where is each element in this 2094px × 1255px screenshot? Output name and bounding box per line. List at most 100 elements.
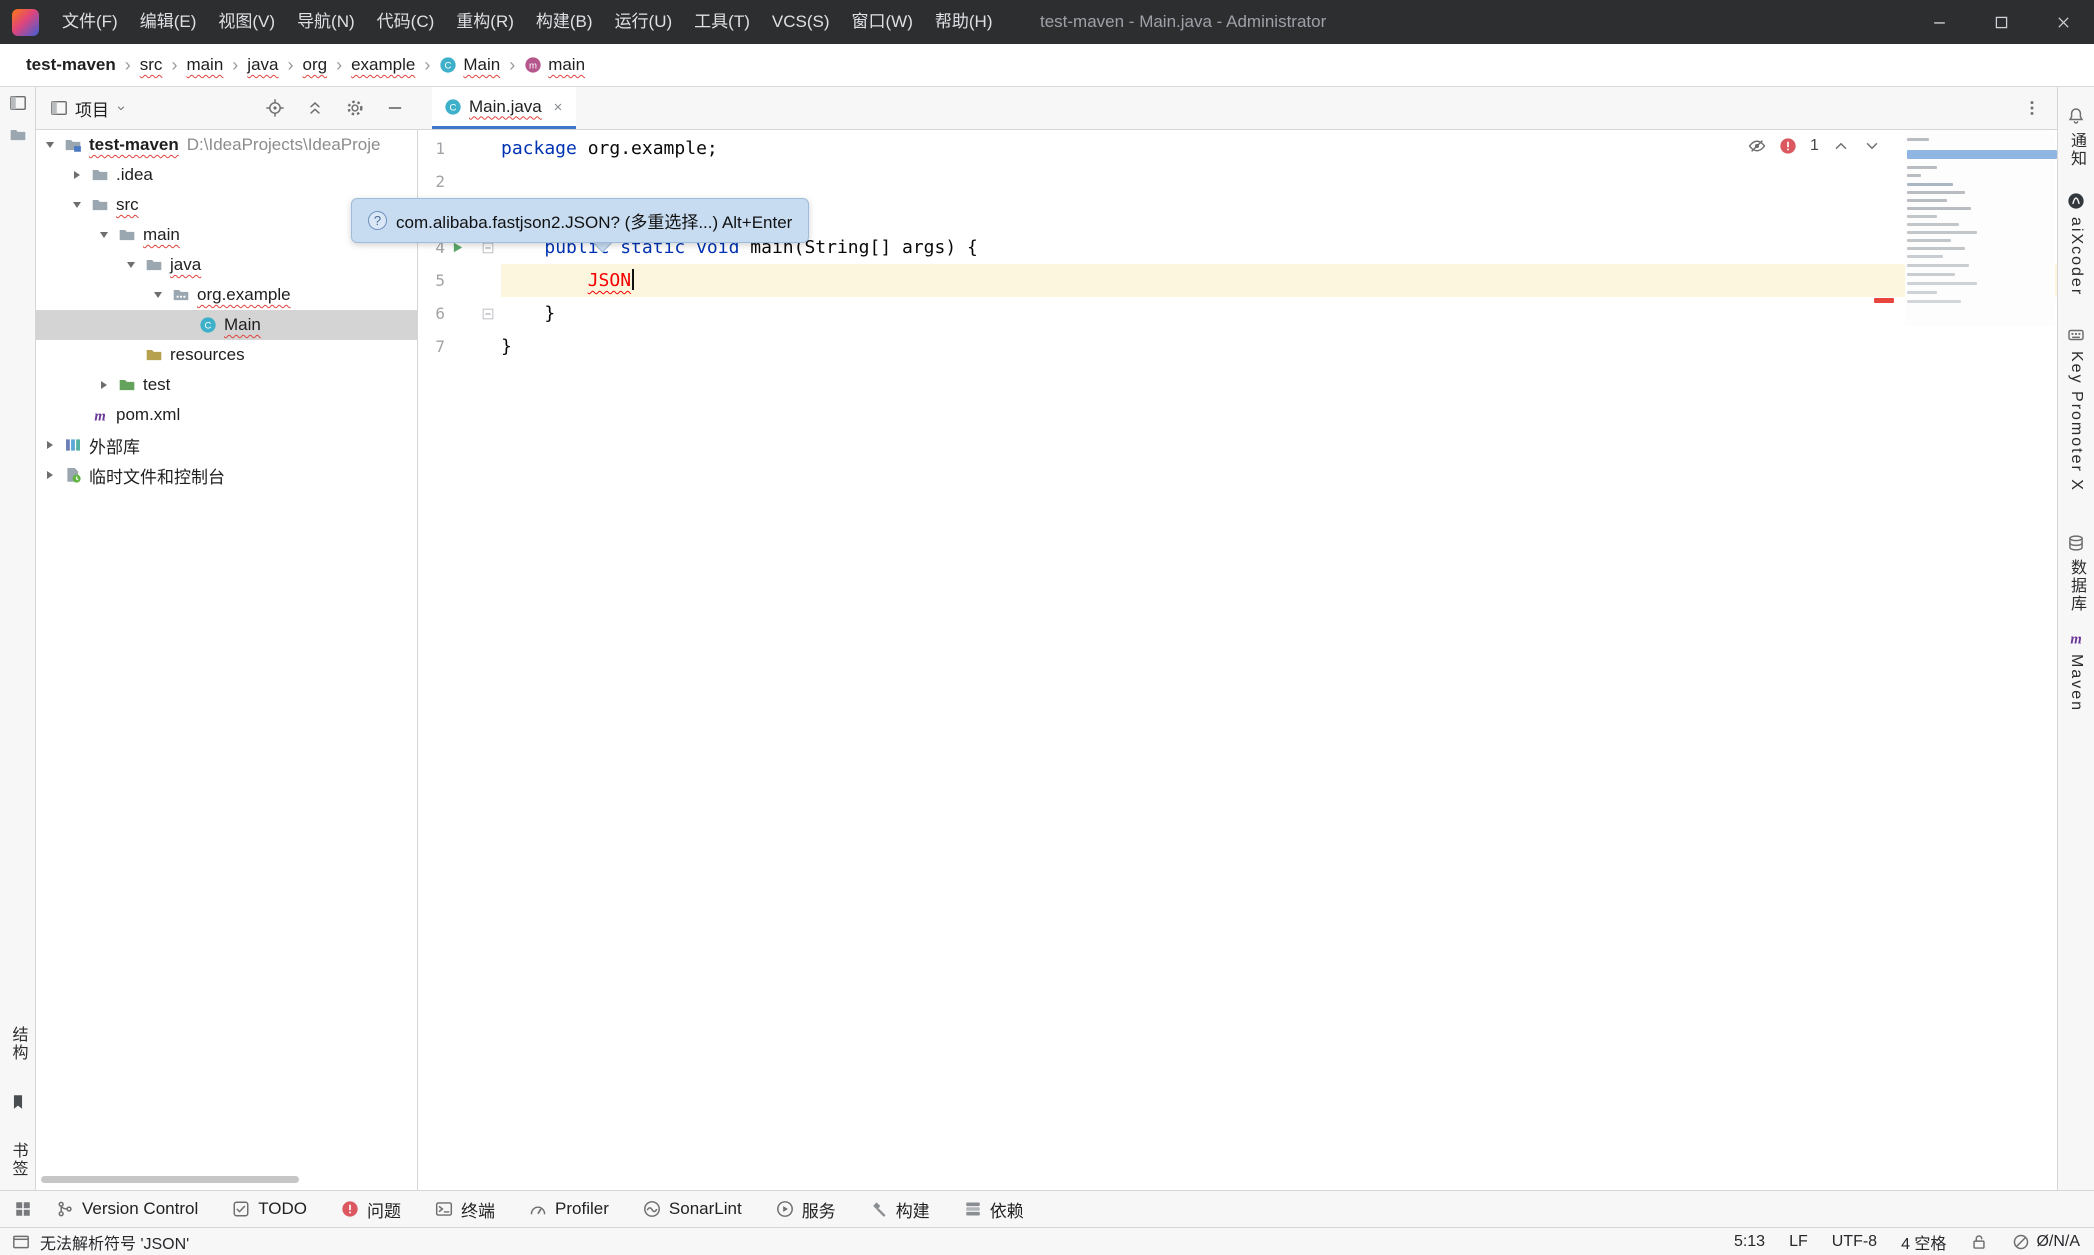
locate-file-button[interactable] bbox=[262, 95, 288, 121]
dependencies-tab[interactable]: 依赖 bbox=[964, 1197, 1024, 1222]
project-panel-icon bbox=[50, 99, 68, 117]
highlight-level-icon[interactable] bbox=[1748, 137, 1766, 155]
code-area[interactable]: 1package org.example;23public class Main… bbox=[418, 132, 2057, 363]
collapse-arrow-icon[interactable] bbox=[94, 220, 114, 250]
tab-options-kebab-icon[interactable] bbox=[2019, 95, 2045, 121]
expand-arrow-icon[interactable] bbox=[67, 160, 87, 190]
caret-position-widget[interactable]: 5:13 bbox=[1734, 1233, 1765, 1251]
line-ending-widget[interactable]: LF bbox=[1789, 1233, 1808, 1251]
collapse-all-button[interactable] bbox=[302, 95, 328, 121]
expand-arrow-icon[interactable] bbox=[94, 370, 114, 400]
encoding-widget[interactable]: UTF-8 bbox=[1832, 1233, 1877, 1251]
code-minimap[interactable] bbox=[1905, 130, 2055, 326]
tree-row[interactable]: mpom.xml bbox=[36, 400, 417, 430]
right-stripe-button[interactable]: 数据库 bbox=[2064, 534, 2088, 613]
tree-row[interactable]: org.example bbox=[36, 280, 417, 310]
expand-arrow-icon[interactable] bbox=[40, 460, 60, 490]
menu-item[interactable]: 重构(R) bbox=[445, 0, 525, 44]
write-access-icon[interactable] bbox=[1970, 1233, 1988, 1251]
menu-item[interactable]: 编辑(E) bbox=[129, 0, 208, 44]
menu-item[interactable]: 构建(B) bbox=[525, 0, 604, 44]
sonarlint-tab[interactable]: SonarLint bbox=[643, 1199, 742, 1219]
menu-item[interactable]: 代码(C) bbox=[366, 0, 446, 44]
profiler-tab[interactable]: Profiler bbox=[529, 1199, 609, 1219]
panel-settings-button[interactable] bbox=[342, 95, 368, 121]
breadcrumb-item[interactable]: mmain bbox=[524, 55, 585, 75]
code-line[interactable]: 6 } bbox=[418, 297, 2057, 330]
tree-row[interactable]: CMain bbox=[36, 310, 417, 340]
tree-row[interactable]: 外部库 bbox=[36, 430, 417, 460]
menu-item[interactable]: 帮助(H) bbox=[924, 0, 1004, 44]
errbadge-icon bbox=[341, 1200, 359, 1218]
menu-item[interactable]: 导航(N) bbox=[286, 0, 366, 44]
tool-window-switcher-icon[interactable] bbox=[10, 1196, 36, 1222]
menu-item[interactable]: 运行(U) bbox=[604, 0, 684, 44]
right-stripe-button[interactable]: 通知 bbox=[2064, 107, 2088, 168]
menu-item[interactable]: 文件(F) bbox=[51, 0, 129, 44]
menu-item[interactable]: VCS(S) bbox=[761, 0, 841, 44]
code-line[interactable]: 2 bbox=[418, 165, 2057, 198]
tree-row[interactable]: resources bbox=[36, 340, 417, 370]
expand-arrow-icon[interactable] bbox=[40, 430, 60, 460]
indent-widget[interactable]: 4 空格 bbox=[1901, 1230, 1946, 1254]
code-line[interactable]: 7} bbox=[418, 330, 2057, 363]
tab-main-java[interactable]: C Main.java bbox=[432, 87, 576, 129]
folder-stripe-button[interactable] bbox=[0, 119, 35, 151]
breadcrumb-item[interactable]: example bbox=[351, 55, 415, 75]
breadcrumb-label: main bbox=[186, 55, 223, 75]
tool-window-bar: Version Control TODO 问题 终端 Profiler SonarLint… bbox=[0, 1190, 2094, 1227]
menu-item[interactable]: 工具(T) bbox=[683, 0, 761, 44]
right-stripe-button[interactable]: mMaven bbox=[2067, 629, 2085, 712]
prev-error-icon[interactable] bbox=[1832, 137, 1850, 155]
minimize-button[interactable] bbox=[1908, 0, 1970, 44]
breadcrumb-item[interactable]: src bbox=[140, 55, 163, 75]
project-stripe-button[interactable] bbox=[0, 87, 35, 119]
build-tab[interactable]: 构建 bbox=[870, 1197, 930, 1222]
close-button[interactable] bbox=[2032, 0, 2094, 44]
tree-row[interactable]: .idea bbox=[36, 160, 417, 190]
collapse-arrow-icon[interactable] bbox=[40, 130, 60, 160]
bookmarks-stripe-button[interactable]: 书签 bbox=[6, 1142, 30, 1178]
tree-row[interactable]: 临时文件和控制台 bbox=[36, 460, 417, 490]
todo-tab[interactable]: TODO bbox=[232, 1199, 307, 1219]
breadcrumb-item[interactable]: test-maven bbox=[26, 55, 116, 75]
panel-title[interactable]: 项目 bbox=[75, 96, 109, 121]
code-line[interactable]: 5 JSON bbox=[418, 264, 2057, 297]
collapse-arrow-icon[interactable] bbox=[121, 250, 141, 280]
tab-row: 项目 C Main.java bbox=[36, 87, 2057, 130]
error-stripe-mark[interactable] bbox=[1874, 298, 1894, 303]
structure-stripe-button[interactable]: 结构 bbox=[6, 1026, 30, 1062]
folder-icon bbox=[118, 226, 136, 244]
right-stripe-button[interactable]: Key Promoter X bbox=[2067, 326, 2085, 492]
line-number: 1 bbox=[418, 132, 445, 165]
breadcrumb-item[interactable]: java bbox=[247, 55, 278, 75]
status-indicator[interactable]: Ø/N/A bbox=[2012, 1233, 2080, 1251]
horizontal-scrollbar[interactable] bbox=[41, 1176, 299, 1183]
services-tab[interactable]: 服务 bbox=[776, 1197, 836, 1222]
tree-row[interactable]: test bbox=[36, 370, 417, 400]
version-control-tab[interactable]: Version Control bbox=[56, 1199, 198, 1219]
fold-marker-icon[interactable] bbox=[470, 297, 501, 330]
collapse-arrow-icon[interactable] bbox=[67, 190, 87, 220]
terminal-tab[interactable]: 终端 bbox=[435, 1197, 495, 1222]
next-error-icon[interactable] bbox=[1863, 137, 1881, 155]
menu-item[interactable]: 窗口(W) bbox=[841, 0, 924, 44]
breadcrumb-item[interactable]: main bbox=[186, 55, 223, 75]
breadcrumb-item[interactable]: org bbox=[302, 55, 327, 75]
event-log-icon[interactable] bbox=[12, 1233, 30, 1251]
coverage-indicator-icon bbox=[2012, 1233, 2030, 1251]
collapse-arrow-icon[interactable] bbox=[148, 280, 168, 310]
right-stripe-button[interactable]: aiXcoder bbox=[2067, 192, 2085, 296]
import-suggestion-tooltip[interactable]: ? com.alibaba.fastjson2.JSON? (多重选择...) … bbox=[351, 198, 809, 243]
problems-tab[interactable]: 问题 bbox=[341, 1197, 401, 1222]
menu-item[interactable]: 视图(V) bbox=[207, 0, 286, 44]
tree-row[interactable]: java bbox=[36, 250, 417, 280]
stripe-label: 通知 bbox=[2064, 132, 2088, 168]
hide-panel-button[interactable] bbox=[382, 95, 408, 121]
maximize-button[interactable] bbox=[1970, 0, 2032, 44]
close-tab-icon[interactable] bbox=[552, 101, 564, 113]
bookmark-icon[interactable] bbox=[9, 1086, 27, 1118]
tree-row[interactable]: test-mavenD:\IdeaProjects\IdeaProje bbox=[36, 130, 417, 160]
breadcrumb-item[interactable]: CMain bbox=[439, 55, 500, 75]
code-editor[interactable]: 1package org.example;23public class Main… bbox=[418, 130, 2057, 1190]
